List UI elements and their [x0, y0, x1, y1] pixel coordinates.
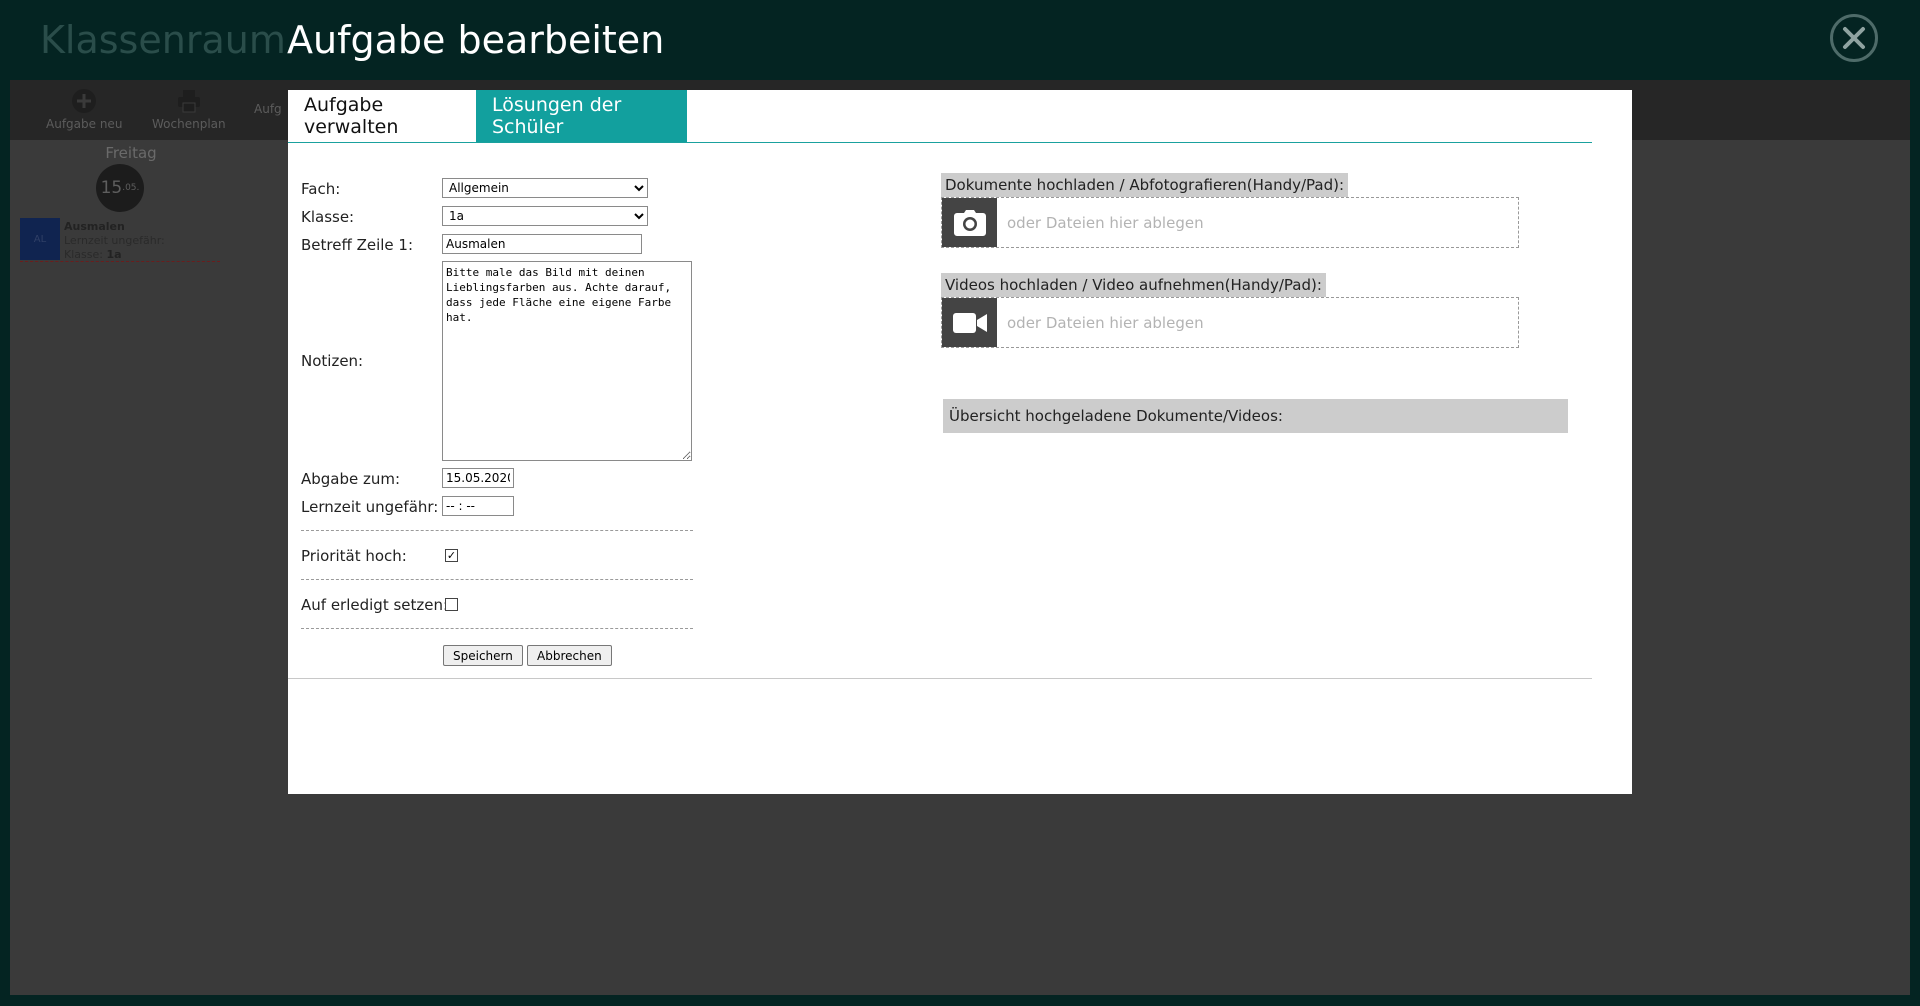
toolbar-new-task-label: Aufgabe neu [46, 117, 123, 131]
videos-upload-button[interactable] [942, 298, 997, 347]
videos-dropzone[interactable]: oder Dateien hier ablegen [941, 297, 1519, 348]
videos-drop-text: oder Dateien hier ablegen [1007, 314, 1204, 332]
videos-upload-heading: Videos hochladen / Video aufnehmen(Handy… [941, 273, 1326, 299]
plus-circle-icon [72, 89, 97, 113]
toolbar-third-label: Aufg [254, 102, 282, 116]
priority-checkbox[interactable]: ✓ [445, 549, 458, 562]
camera-icon [953, 209, 986, 236]
task-badge: AL [20, 218, 60, 260]
documents-upload-heading: Dokumente hochladen / Abfotografieren(Ha… [941, 173, 1349, 199]
video-camera-icon [952, 312, 987, 333]
printer-icon [177, 90, 200, 113]
task-text: Ausmalen Lernzeit ungefähr: Klasse: 1a [64, 220, 165, 262]
due-date-input[interactable] [442, 468, 514, 488]
due-date-label: Abgabe zum: [301, 470, 401, 488]
notes-textarea[interactable]: Bitte male das Bild mit deinen Lieblings… [442, 261, 692, 461]
subject-select[interactable]: Allgemein [442, 178, 648, 198]
documents-upload-button[interactable] [942, 198, 997, 247]
learning-time-input[interactable] [442, 496, 514, 516]
done-label: Auf erledigt setzen: [301, 596, 449, 614]
divider [301, 579, 693, 580]
toolbar-third-button[interactable]: Aufg [254, 102, 282, 116]
task-line3-label: Klasse: [64, 248, 103, 261]
notes-label: Notizen: [301, 352, 364, 370]
task-title: Ausmalen [64, 220, 125, 233]
class-select[interactable]: 1a [442, 206, 648, 226]
divider [301, 628, 693, 629]
priority-label: Priorität hoch: [301, 547, 407, 565]
task-card[interactable]: AL Ausmalen Lernzeit ungefähr: Klasse: 1… [20, 218, 220, 262]
subject-line-label: Betreff Zeile 1: [301, 236, 414, 254]
learning-time-label: Lernzeit ungefähr: [301, 498, 439, 516]
toolbar-weekplan-button[interactable]: Wochenplan [152, 88, 226, 131]
class-label: Klasse: [301, 208, 355, 226]
close-icon [1843, 27, 1865, 49]
done-checkbox[interactable] [445, 598, 458, 611]
divider [301, 530, 693, 531]
modal-footer-divider [288, 678, 1592, 679]
tab-bar: Aufgabe verwalten Lösungen der Schüler [288, 90, 1592, 143]
day-date-circle[interactable]: 15.05. [96, 164, 144, 212]
documents-drop-text: oder Dateien hier ablegen [1007, 214, 1204, 232]
toolbar-weekplan-label: Wochenplan [152, 117, 226, 131]
day-weekday: Freitag [105, 144, 157, 162]
close-button[interactable] [1830, 14, 1878, 62]
subject-line-input[interactable] [442, 234, 642, 254]
day-month: .05. [122, 183, 140, 193]
toolbar-new-task-button[interactable]: Aufgabe neu [46, 88, 122, 131]
documents-dropzone[interactable]: oder Dateien hier ablegen [941, 197, 1519, 248]
save-button[interactable]: Speichern [443, 645, 523, 666]
edit-task-modal: Aufgabe verwalten Lösungen der Schüler F… [288, 90, 1632, 794]
cancel-button[interactable]: Abbrechen [527, 645, 612, 666]
task-line2: Lernzeit ungefähr: [64, 234, 165, 247]
subject-label: Fach: [301, 180, 341, 198]
day-date: 15 [100, 178, 123, 198]
task-line3-value: 1a [106, 248, 122, 261]
tab-student-solutions[interactable]: Lösungen der Schüler [476, 90, 687, 142]
app-title: Klassenraum [40, 18, 286, 62]
modal-title: Aufgabe bearbeiten [287, 18, 665, 62]
uploaded-overview-heading: Übersicht hochgeladene Dokumente/Videos: [943, 399, 1568, 433]
tab-manage-task[interactable]: Aufgabe verwalten [288, 90, 475, 142]
